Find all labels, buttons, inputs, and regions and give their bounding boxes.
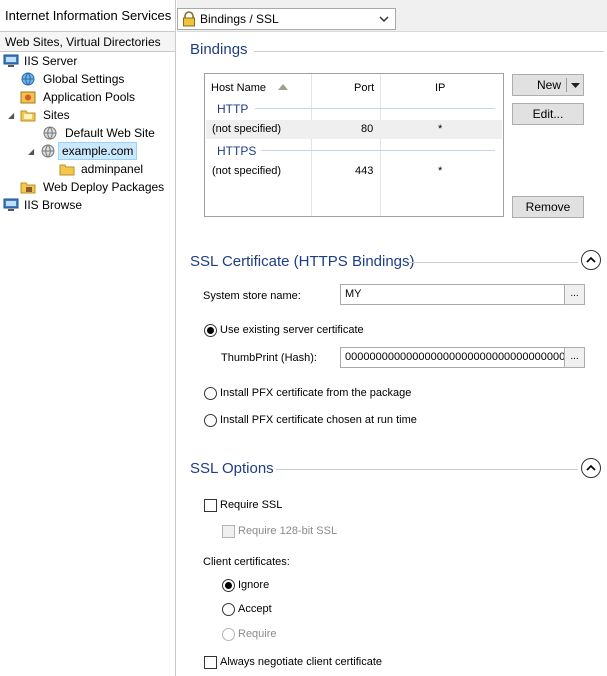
tree-item-label: example.com [58,142,138,160]
binding-host: (not specified) [212,123,282,135]
tree-item-label: Default Web Site [65,126,155,140]
tree-item-label: IIS Browse [24,198,83,212]
browse-thumbprint-button[interactable]: ... [564,347,585,368]
lock-icon [183,11,195,27]
ssl-options-section-title: SSL Options [190,460,274,477]
tree-item-global-settings[interactable]: Global Settings [20,70,170,88]
tree-item-label: Application Pools [43,90,136,104]
column-header-host-name[interactable]: Host Name [211,82,266,94]
chevron-down-icon[interactable] [571,83,580,88]
system-store-label: System store name: [203,290,301,302]
install-pfx-package-label[interactable]: Install PFX certificate from the package [220,387,411,399]
chevron-up-icon [586,464,596,471]
server-icon [3,54,19,67]
thumbprint-field[interactable]: 0000000000000000000000000000000000000000… [340,347,585,368]
app-title: Internet Information Services [5,8,172,23]
client-cert-accept-label[interactable]: Accept [238,603,272,615]
split-separator [566,78,567,92]
remove-binding-button[interactable]: Remove [512,196,584,218]
client-certificates-label: Client certificates: [203,556,290,568]
tree-item-web-deploy-packages[interactable]: Web Deploy Packages [20,178,174,196]
column-divider [311,74,312,216]
sort-ascending-icon [278,84,288,90]
globe-settings-icon [21,72,35,86]
bindings-list[interactable]: Host Name Port IP HTTP (not specified) 8… [204,73,504,217]
new-binding-split-button[interactable]: New [512,74,584,96]
install-pfx-package-radio[interactable] [204,387,217,400]
binding-host: (not specified) [212,165,282,177]
tree-item-iis-server[interactable]: IIS Server [3,52,173,70]
column-header-ip[interactable]: IP [435,82,445,94]
section-divider [276,469,578,470]
folder-icon [20,110,36,122]
binding-ip: * [438,165,443,177]
always-negotiate-checkbox[interactable] [204,656,217,669]
binding-port: 80 [361,123,374,135]
app-pools-icon [20,91,36,104]
tree-item-label: adminpanel [81,162,144,176]
tree-header-label: Web Sites, Virtual Directories [5,35,161,49]
use-existing-cert-radio[interactable] [204,324,217,337]
group-header-https: HTTPS [217,144,257,158]
group-divider [255,108,495,109]
thumbprint-value: 0000000000000000000000000000000000000000… [345,351,585,363]
ssl-certificate-section-title: SSL Certificate (HTTPS Bindings) [190,253,415,270]
tree-item-default-web-site[interactable]: Default Web Site [42,124,172,142]
client-cert-require-radio [222,628,235,641]
thumbprint-label: ThumbPrint (Hash): [221,352,317,364]
use-existing-cert-label[interactable]: Use existing server certificate [220,324,364,336]
collapse-ssl-options-button[interactable] [581,458,601,478]
chevron-down-icon [379,16,389,23]
expanded-arrow-icon[interactable]: ◢ [8,111,14,120]
group-header-http: HTTP [217,102,249,116]
section-dropdown-value: Bindings / SSL [200,12,279,26]
require-ssl-label[interactable]: Require SSL [220,499,282,511]
column-divider [380,74,381,216]
install-pfx-runtime-label[interactable]: Install PFX certificate chosen at run ti… [220,414,417,426]
column-header-port[interactable]: Port [354,82,374,94]
browse-store-button[interactable]: ... [564,284,585,305]
web-site-icon [43,126,57,140]
server-icon [3,198,19,211]
chevron-up-icon [586,256,596,263]
install-pfx-runtime-radio[interactable] [204,414,217,427]
system-store-value: MY [345,288,362,300]
section-divider [408,262,578,263]
packages-icon [20,182,36,194]
section-dropdown[interactable]: Bindings / SSL [177,8,396,30]
require-128bit-checkbox [222,525,235,538]
require-ssl-checkbox[interactable] [204,499,217,512]
section-divider [254,51,604,52]
expanded-arrow-icon[interactable]: ◢ [28,147,34,156]
binding-port: 443 [355,165,374,177]
binding-ip: * [438,123,443,135]
tree-header: Web Sites, Virtual Directories [0,31,175,52]
client-cert-accept-radio[interactable] [222,603,235,616]
client-cert-ignore-radio[interactable] [222,579,235,592]
tree-item-application-pools[interactable]: Application Pools [20,88,170,106]
tree-item-label: IIS Server [24,54,78,68]
site-tree-pane: Internet Information Services Web Sites,… [0,0,176,676]
folder-icon [59,164,75,176]
require-128bit-label: Require 128-bit SSL [238,525,338,537]
edit-binding-button[interactable]: Edit... [512,103,584,125]
web-site-icon [41,144,55,158]
binding-row[interactable]: (not specified) 443 * [206,162,502,181]
system-store-field[interactable]: MY [340,284,585,305]
tree-item-label: Sites [43,108,70,122]
bindings-section-title: Bindings [190,41,248,58]
tree-item-example-com[interactable]: ◢ example.com [28,142,140,160]
tree-item-adminpanel[interactable]: adminpanel [59,160,169,178]
collapse-ssl-certificate-button[interactable] [581,250,601,270]
client-cert-require-label: Require [238,628,277,640]
new-button-label: New [537,78,562,92]
binding-row[interactable]: (not specified) 80 * [206,120,502,139]
client-cert-ignore-label[interactable]: Ignore [238,579,269,591]
tree-item-label: Web Deploy Packages [43,180,165,194]
tree-item-label: Global Settings [43,72,125,86]
group-divider [261,150,495,151]
tree-item-iis-browse[interactable]: IIS Browse [3,196,173,214]
always-negotiate-label[interactable]: Always negotiate client certificate [220,656,382,668]
tree-item-sites[interactable]: ◢ Sites [8,106,168,124]
